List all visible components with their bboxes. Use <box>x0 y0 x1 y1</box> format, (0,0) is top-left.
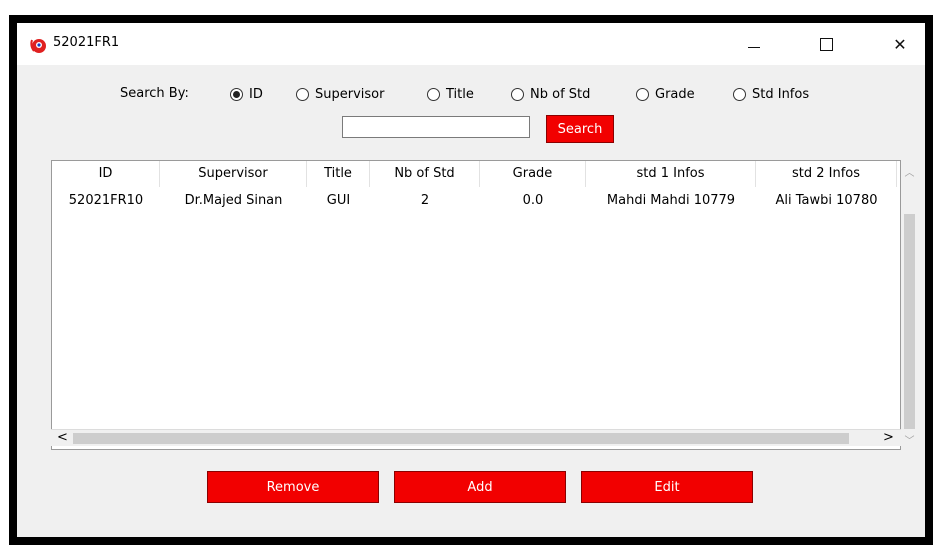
cell-title: GUI <box>326 193 351 208</box>
column-header-grade[interactable]: Grade <box>480 161 586 187</box>
radio-grade[interactable]: Grade <box>636 84 695 104</box>
minimize-icon <box>748 46 760 48</box>
radio-std-infos-label: Std Infos <box>752 86 810 102</box>
vertical-scrollbar[interactable]: ︿ ﹀ <box>901 160 918 450</box>
app-logo-icon <box>30 39 46 53</box>
edit-button[interactable]: Edit <box>581 471 753 503</box>
cell-supervisor: Dr.Majed Sinan <box>184 193 283 208</box>
horizontal-scroll-thumb[interactable] <box>73 433 849 444</box>
search-input[interactable] <box>342 116 530 138</box>
title-bar: 52021FR1 ✕ <box>17 23 925 65</box>
scroll-down-icon[interactable]: ﹀ <box>901 432 918 447</box>
minimize-button[interactable] <box>736 31 772 57</box>
radio-std-infos[interactable]: Std Infos <box>733 84 809 104</box>
column-header-std2-infos[interactable]: std 2 Infos <box>756 161 897 187</box>
radio-grade-label: Grade <box>655 86 695 102</box>
radio-nb-of-std-label: Nb of Std <box>530 86 591 102</box>
radio-unselected-icon <box>296 87 309 101</box>
radio-unselected-icon <box>511 87 524 101</box>
column-header-id[interactable]: ID <box>52 161 160 187</box>
search-by-label: Search By: <box>120 86 189 101</box>
column-header-supervisor[interactable]: Supervisor <box>160 161 307 187</box>
radio-nb-of-std[interactable]: Nb of Std <box>511 84 590 104</box>
window-title: 52021FR1 <box>53 35 120 50</box>
maximize-button[interactable] <box>808 31 844 57</box>
table-header: ID Supervisor Title Nb of Std Grade std … <box>52 161 900 187</box>
column-header-std1-infos[interactable]: std 1 Infos <box>586 161 756 187</box>
column-header-title[interactable]: Title <box>307 161 370 187</box>
vertical-scroll-thumb[interactable] <box>904 214 915 429</box>
app-window: 52021FR1 ✕ Search By: ID Supervisor Titl… <box>17 23 925 537</box>
screenshot-frame: 52021FR1 ✕ Search By: ID Supervisor Titl… <box>9 15 933 545</box>
cell-id: 52021FR10 <box>68 193 144 208</box>
scroll-right-icon[interactable]: > <box>883 430 894 446</box>
horizontal-scrollbar[interactable]: < > <box>51 429 901 446</box>
remove-button[interactable]: Remove <box>207 471 379 503</box>
add-button[interactable]: Add <box>394 471 566 503</box>
radio-unselected-icon <box>427 87 440 101</box>
table-row[interactable]: 52021FR10 Dr.Majed Sinan GUI 2 0.0 Mahdi… <box>52 188 900 214</box>
scroll-left-icon[interactable]: < <box>57 430 68 446</box>
search-button[interactable]: Search <box>546 115 614 143</box>
cell-std2-infos: Ali Tawbi 10780 <box>775 193 878 208</box>
radio-title[interactable]: Title <box>427 84 474 104</box>
results-table[interactable]: ID Supervisor Title Nb of Std Grade std … <box>51 160 901 450</box>
maximize-icon <box>819 37 833 51</box>
radio-id-label: ID <box>249 86 263 102</box>
radio-title-label: Title <box>446 86 474 102</box>
cell-nb-of-std: 2 <box>420 193 430 208</box>
cell-std1-infos: Mahdi Mahdi 10779 <box>606 193 736 208</box>
radio-supervisor-label: Supervisor <box>315 86 385 102</box>
radio-selected-icon <box>230 87 243 101</box>
close-button[interactable]: ✕ <box>882 31 918 57</box>
radio-unselected-icon <box>636 87 649 101</box>
close-icon: ✕ <box>893 34 907 54</box>
radio-supervisor[interactable]: Supervisor <box>296 84 384 104</box>
cell-grade: 0.0 <box>522 193 544 208</box>
scroll-up-icon[interactable]: ︿ <box>901 164 918 179</box>
column-header-nb-of-std[interactable]: Nb of Std <box>370 161 480 187</box>
search-by-row: Search By: ID Supervisor Title Nb of Std… <box>17 84 925 108</box>
radio-id[interactable]: ID <box>230 84 263 104</box>
radio-unselected-icon <box>733 87 746 101</box>
